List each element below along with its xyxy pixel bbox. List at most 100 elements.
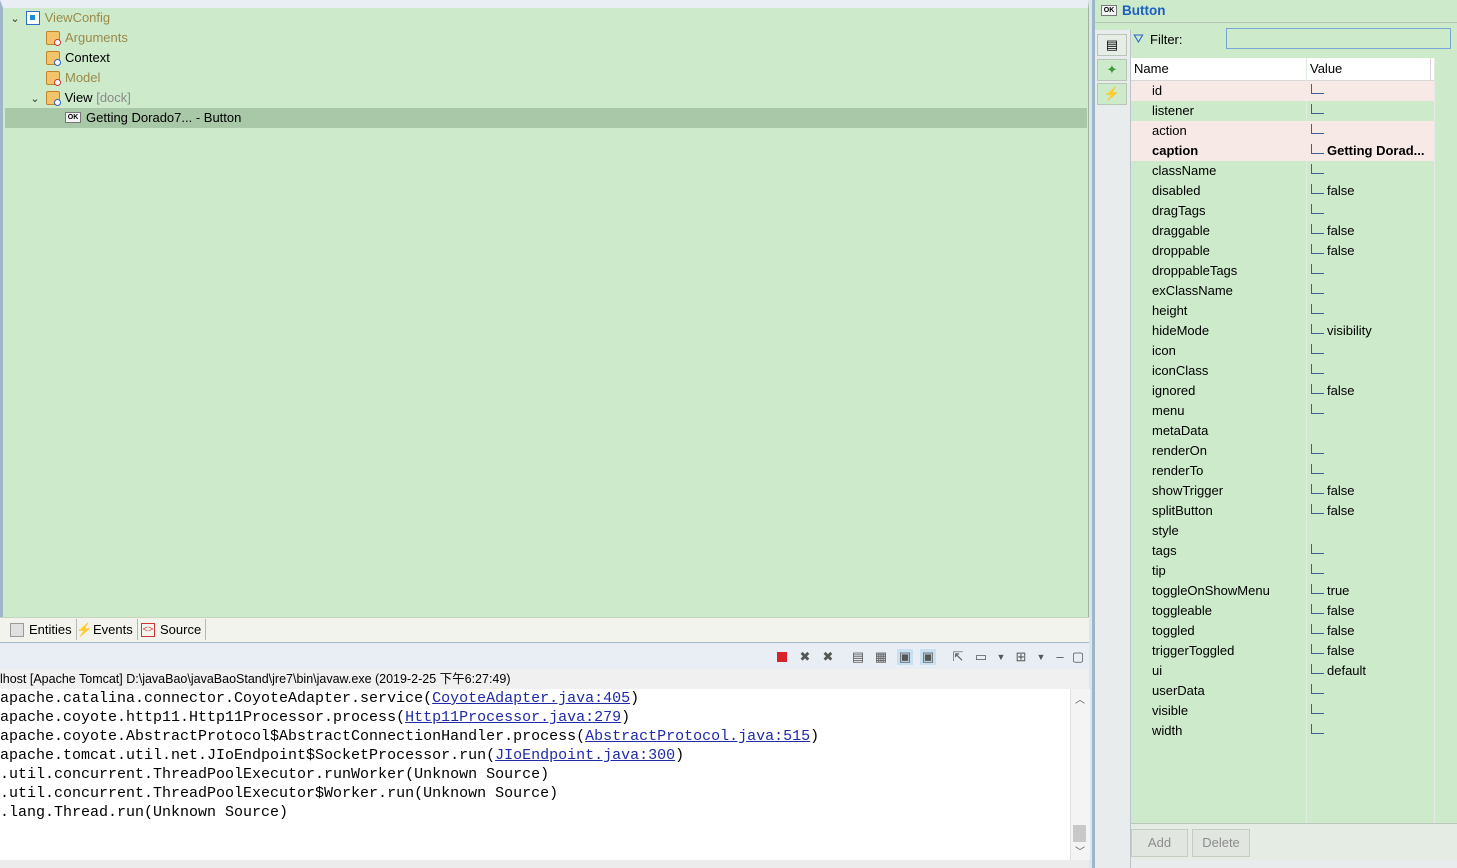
- chevron-down-icon[interactable]: ▼: [1033, 649, 1049, 665]
- property-value[interactable]: [1311, 681, 1434, 701]
- stacktrace-link[interactable]: CoyoteAdapter.java:405: [432, 690, 630, 707]
- pin-console-icon[interactable]: ⇱: [950, 649, 966, 665]
- property-row-tags[interactable]: tags: [1131, 541, 1434, 561]
- tree-node-model[interactable]: Model: [46, 68, 100, 88]
- property-value[interactable]: false: [1311, 241, 1434, 261]
- tree-node-view[interactable]: ⌄ View [dock]: [28, 88, 131, 108]
- scroll-down-icon[interactable]: ﹀: [1075, 843, 1085, 858]
- property-row-ui[interactable]: ui default: [1131, 661, 1434, 681]
- property-value[interactable]: true: [1311, 581, 1434, 601]
- property-value[interactable]: [1311, 361, 1434, 381]
- property-row-caption[interactable]: caption Getting Dorad...: [1131, 141, 1434, 161]
- property-row-metaData[interactable]: metaData: [1131, 421, 1434, 441]
- scroll-lock-icon[interactable]: ▦: [873, 649, 889, 665]
- property-row-showTrigger[interactable]: showTrigger false: [1131, 481, 1434, 501]
- property-value[interactable]: false: [1311, 601, 1434, 621]
- property-value[interactable]: false: [1311, 481, 1434, 501]
- show-stdout-icon[interactable]: ▣: [897, 649, 913, 665]
- property-row-droppable[interactable]: droppable false: [1131, 241, 1434, 261]
- property-value[interactable]: false: [1311, 181, 1434, 201]
- tab-events[interactable]: ⚡Events: [70, 619, 138, 640]
- property-row-toggleable[interactable]: toggleable false: [1131, 601, 1434, 621]
- property-row-ignored[interactable]: ignored false: [1131, 381, 1434, 401]
- property-value[interactable]: [1311, 461, 1434, 481]
- property-row-triggerToggled[interactable]: triggerToggled false: [1131, 641, 1434, 661]
- property-row-userData[interactable]: userData: [1131, 681, 1434, 701]
- property-value[interactable]: [1311, 161, 1434, 181]
- property-value[interactable]: [1311, 301, 1434, 321]
- property-value[interactable]: false: [1311, 621, 1434, 641]
- property-row-className[interactable]: className: [1131, 161, 1434, 181]
- remove-all-icon[interactable]: ✖: [820, 649, 836, 665]
- display-console-icon[interactable]: ▭: [973, 649, 989, 665]
- property-value[interactable]: [1311, 121, 1434, 141]
- property-row-toggled[interactable]: toggled false: [1131, 621, 1434, 641]
- property-row-disabled[interactable]: disabled false: [1131, 181, 1434, 201]
- property-value[interactable]: [1311, 201, 1434, 221]
- maximize-icon[interactable]: ▢: [1070, 649, 1086, 665]
- delete-button[interactable]: Delete: [1192, 829, 1250, 857]
- property-value[interactable]: false: [1311, 501, 1434, 521]
- property-row-tip[interactable]: tip: [1131, 561, 1434, 581]
- lightning-icon[interactable]: ⚡: [1097, 83, 1127, 105]
- property-value[interactable]: [1311, 341, 1434, 361]
- tab-entities[interactable]: Entities: [4, 619, 77, 640]
- column-header-name[interactable]: Name: [1131, 58, 1307, 80]
- collapse-icon[interactable]: ⌄: [8, 9, 22, 29]
- stacktrace-link[interactable]: JIoEndpoint.java:300: [495, 747, 675, 764]
- property-row-draggable[interactable]: draggable false: [1131, 221, 1434, 241]
- property-value[interactable]: false: [1311, 381, 1434, 401]
- show-stderr-icon[interactable]: ▣: [920, 649, 936, 665]
- property-value[interactable]: default: [1311, 661, 1434, 681]
- tree-node-context[interactable]: Context: [46, 48, 110, 68]
- property-row-id[interactable]: id: [1131, 81, 1434, 101]
- property-value[interactable]: [1311, 701, 1434, 721]
- console-horizontal-scrollbar[interactable]: [0, 860, 1089, 868]
- clear-console-icon[interactable]: ▤: [850, 649, 866, 665]
- column-header-value[interactable]: Value: [1307, 58, 1431, 80]
- property-row-droppableTags[interactable]: droppableTags: [1131, 261, 1434, 281]
- pin-icon[interactable]: ✦: [1097, 59, 1127, 81]
- property-row-hideMode[interactable]: hideMode visibility: [1131, 321, 1434, 341]
- property-row-renderOn[interactable]: renderOn: [1131, 441, 1434, 461]
- terminate-icon[interactable]: [774, 649, 790, 665]
- collapse-icon[interactable]: ⌄: [28, 89, 42, 109]
- tree-node-arguments[interactable]: Arguments: [46, 28, 128, 48]
- property-value[interactable]: visibility: [1311, 321, 1434, 341]
- property-row-width[interactable]: width: [1131, 721, 1434, 741]
- property-value[interactable]: [1311, 561, 1434, 581]
- properties-horizontal-scrollbar[interactable]: [1131, 859, 1457, 868]
- property-row-renderTo[interactable]: renderTo: [1131, 461, 1434, 481]
- property-row-height[interactable]: height: [1131, 301, 1434, 321]
- property-row-listener[interactable]: listener: [1131, 101, 1434, 121]
- stacktrace-link[interactable]: AbstractProtocol.java:515: [585, 728, 810, 745]
- property-value[interactable]: Getting Dorad...: [1311, 141, 1434, 161]
- property-row-toggleOnShowMenu[interactable]: toggleOnShowMenu true: [1131, 581, 1434, 601]
- property-value[interactable]: [1311, 261, 1434, 281]
- property-row-menu[interactable]: menu: [1131, 401, 1434, 421]
- filter-input[interactable]: [1226, 28, 1451, 49]
- tree-node-button[interactable]: OK Getting Dorado7... - Button: [65, 108, 241, 128]
- property-value[interactable]: [1311, 281, 1434, 301]
- property-row-visible[interactable]: visible: [1131, 701, 1434, 721]
- stacktrace-link[interactable]: Http11Processor.java:279: [405, 709, 621, 726]
- console-vertical-scrollbar[interactable]: ︿ ﹀: [1070, 689, 1090, 860]
- property-row-icon[interactable]: icon: [1131, 341, 1434, 361]
- property-value[interactable]: [1311, 541, 1434, 561]
- property-value[interactable]: [1311, 101, 1434, 121]
- scroll-up-icon[interactable]: ︿: [1075, 691, 1085, 706]
- tab-source[interactable]: <> Source: [135, 619, 207, 640]
- property-row-exClassName[interactable]: exClassName: [1131, 281, 1434, 301]
- property-value[interactable]: false: [1311, 221, 1434, 241]
- properties-page-icon[interactable]: ▤: [1097, 34, 1127, 56]
- property-value[interactable]: false: [1311, 641, 1434, 661]
- add-button[interactable]: Add: [1131, 829, 1188, 857]
- property-value[interactable]: [1311, 441, 1434, 461]
- chevron-down-icon[interactable]: ▼: [993, 649, 1009, 665]
- property-value[interactable]: [1311, 721, 1434, 741]
- remove-launch-icon[interactable]: ✖: [797, 649, 813, 665]
- property-value[interactable]: [1311, 81, 1434, 101]
- scrollbar-thumb[interactable]: [1073, 825, 1086, 842]
- property-row-style[interactable]: style: [1131, 521, 1434, 541]
- property-row-splitButton[interactable]: splitButton false: [1131, 501, 1434, 521]
